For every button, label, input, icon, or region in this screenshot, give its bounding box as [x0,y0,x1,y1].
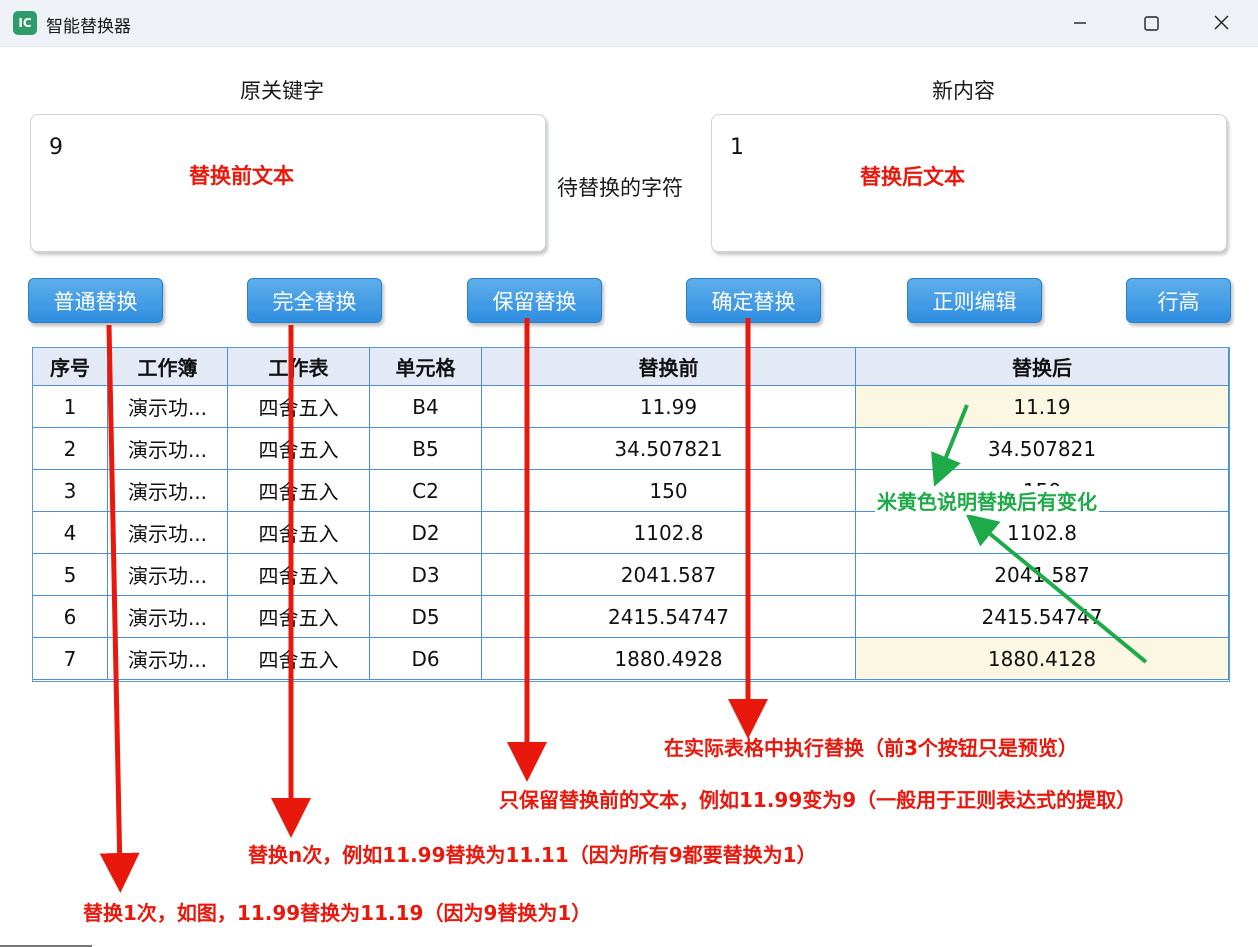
keep-note: 只保留替换前的文本，例如11.99变为9（一般用于正则表达式的提取） [499,788,1137,812]
full-note: 替换n次，例如11.99替换为11.11（因为所有9都要替换为1） [248,843,817,867]
confirm-note: 在实际表格中执行替换（前3个按钮只是预览） [664,736,1078,760]
arrow-green-2 [965,513,1148,664]
arrow-green-1 [931,404,969,487]
highlight-note: 米黄色说明替换后有变化 [875,486,1099,515]
arrow-normal [99,324,140,893]
normal-note: 替换1次，如图，11.99替换为11.19（因为9替换为1） [83,901,592,925]
